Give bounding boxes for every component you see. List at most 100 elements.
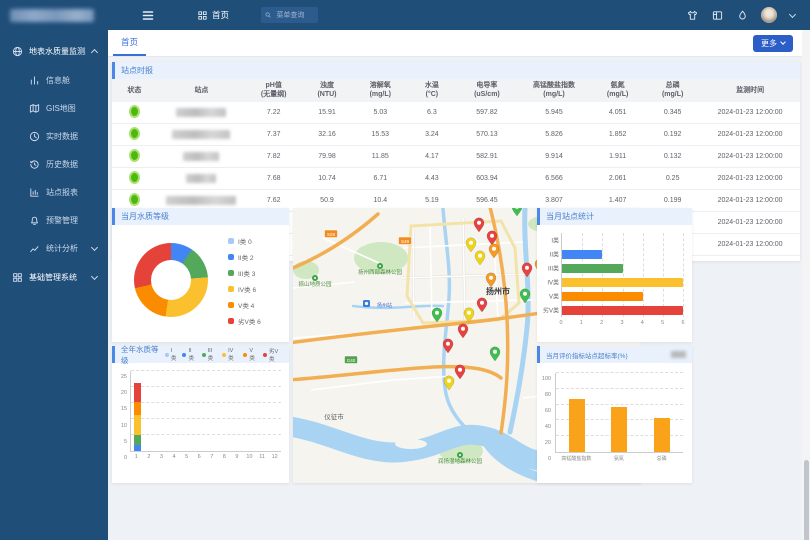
table-row[interactable]: 7.2215.915.036.3597.825.9454.0510.345202… [112, 102, 800, 124]
panel-title-station-stats: 当月站点统计 [537, 208, 692, 225]
top-header: 首页 [108, 0, 810, 30]
header-home-label: 首页 [212, 9, 229, 21]
legend-item[interactable]: IV类 [222, 347, 238, 363]
sidebar-section-label: 基础管理系统 [29, 272, 86, 283]
value-cell: 4.17 [408, 146, 456, 168]
time-cell: 2024-01-23 12:00:00 [700, 234, 800, 256]
table-row[interactable]: 7.3732.1615.533.24570.135.8261.8520.1922… [112, 124, 800, 146]
column-header-高锰酸盐指数: 高锰酸盐指数(mg/L) [518, 79, 590, 102]
value-cell: 0.25 [645, 168, 700, 190]
panel-title-annual-grade: 全年水质等级 I类II类III类IV类V类劣V类 [112, 346, 289, 363]
legend-item[interactable]: V类 4 [228, 300, 261, 310]
time-cell: 2024-01-23 12:00:00 [700, 212, 800, 234]
exceed-rate-panel: 当月评价指标站点超标率(%) 高锰酸盐指数氨氮总磷 020406080100 [537, 346, 692, 483]
city-label-扬州市: 扬州市 [486, 286, 510, 296]
legend-item[interactable]: IV类 6 [228, 284, 261, 294]
user-avatar[interactable] [761, 7, 777, 23]
chevron-down-icon [91, 243, 98, 250]
svg-text:润扬湿地森林公园: 润扬湿地森林公园 [438, 457, 483, 465]
sidebar-item-GIS地图[interactable]: GIS地图 [0, 94, 108, 122]
value-cell: 15.91 [301, 102, 353, 124]
menu-search-box[interactable] [261, 7, 318, 23]
legend-item[interactable]: III类 [202, 347, 218, 363]
monthly-grade-donut-chart: I类 0 II类 2 III类 3 IV类 6 V类 4 劣V类 6 [112, 225, 289, 342]
exceed-rate-x-labels: 高锰酸盐指数氨氮总磷 [555, 455, 683, 462]
column-header-水温: 水温(°C) [408, 79, 456, 102]
sidebar-item-预警管理[interactable]: 预警管理 [0, 206, 108, 234]
sidebar-item-历史数据[interactable]: 历史数据 [0, 150, 108, 178]
value-cell: 597.82 [456, 102, 518, 124]
value-cell: 7.22 [246, 102, 301, 124]
layout-columns-icon[interactable] [711, 9, 723, 21]
page-scrollbar[interactable] [802, 30, 810, 540]
column-header-总磷: 总磷(mg/L) [645, 79, 700, 102]
status-dot-green [129, 127, 140, 140]
status-cell [112, 102, 157, 124]
column-header-状态: 状态 [112, 79, 157, 102]
sidebar-item-站点报表[interactable]: 站点报表 [0, 178, 108, 206]
column-header-氨氮: 氨氮(mg/L) [590, 79, 645, 102]
value-cell: 6.3 [408, 102, 456, 124]
menu-search-input[interactable] [274, 11, 314, 20]
sidebar-item-统计分析[interactable]: 统计分析 [0, 234, 108, 262]
column-header-溶解氧: 溶解氧(mg/L) [353, 79, 408, 102]
sidebar-item-实时数据[interactable]: 实时数据 [0, 122, 108, 150]
more-button[interactable]: 更多 [753, 35, 793, 52]
station-table-header: 状态站点pH值(无量纲)浊度(NTU)溶解氧(mg/L)水温(°C)电导率(uS… [112, 79, 800, 102]
legend-item[interactable]: 劣V类 6 [228, 316, 261, 326]
road-badge-S28: S28 [325, 230, 338, 238]
legend-item[interactable]: I类 0 [228, 236, 261, 246]
value-cell: 6.566 [518, 168, 590, 190]
user-menu-chevron-down-icon[interactable] [789, 10, 796, 17]
hamburger-menu-icon[interactable] [142, 9, 154, 21]
scrollbar-thumb[interactable] [804, 460, 809, 540]
map-icon [28, 102, 40, 114]
legend-item[interactable]: II类 [182, 347, 196, 363]
table-row[interactable]: 7.8279.9811.854.17582.919.9141.9110.1322… [112, 146, 800, 168]
time-cell: 2024-01-23 12:00:00 [700, 146, 800, 168]
legend-item[interactable]: II类 2 [228, 252, 261, 262]
value-cell: 582.91 [456, 146, 518, 168]
value-cell: 1.911 [590, 146, 645, 168]
chevron-down-icon [780, 39, 786, 45]
theme-shirt-icon[interactable] [686, 9, 698, 21]
svg-text:捺山地质公园: 捺山地质公园 [298, 280, 332, 288]
annual-x-axis-labels: 123456789101112 [130, 454, 281, 460]
value-cell: 5.826 [518, 124, 590, 146]
value-cell: 79.98 [301, 146, 353, 168]
status-dot-green [129, 193, 140, 206]
value-cell: 10.74 [301, 168, 353, 190]
legend-item[interactable]: V类 [243, 347, 258, 363]
header-home-nav[interactable]: 首页 [196, 9, 229, 21]
svg-text:G40: G40 [347, 358, 356, 363]
value-cell: 603.94 [456, 168, 518, 190]
sidebar-section-基础管理系统[interactable]: 基础管理系统 [0, 262, 108, 292]
sidebar: 地表水质量监测系统信息舱GIS地图实时数据历史数据站点报表预警管理统计分析基础管… [0, 0, 108, 540]
legend-item[interactable]: 劣V类 [263, 347, 283, 363]
station-stats-chart [561, 233, 683, 317]
road-badge-S49: S49 [399, 237, 412, 245]
sidebar-section-地表水质量监测系统[interactable]: 地表水质量监测系统 [0, 36, 108, 66]
value-cell: 15.53 [353, 124, 408, 146]
value-cell: 2.061 [590, 168, 645, 190]
annual-grade-chart [130, 371, 281, 452]
sidebar-item-信息舱[interactable]: 信息舱 [0, 66, 108, 94]
blurred-station-name [166, 196, 236, 205]
table-row[interactable]: 7.6810.746.714.43603.946.5662.0610.25202… [112, 168, 800, 190]
panel-corner-blurred-label [671, 351, 686, 358]
column-header-站点: 站点 [157, 79, 246, 102]
status-cell [112, 146, 157, 168]
value-cell: 4.43 [408, 168, 456, 190]
sidebar-menu: 地表水质量监测系统信息舱GIS地图实时数据历史数据站点报表预警管理统计分析基础管… [0, 36, 108, 292]
chevron-down-icon [91, 272, 98, 279]
sidebar-item-label: 历史数据 [46, 159, 100, 170]
svg-text:S28: S28 [327, 232, 336, 237]
value-cell: 0.132 [645, 146, 700, 168]
tab-home[interactable]: 首页 [113, 30, 146, 56]
donut-hole [151, 260, 191, 300]
legend-item[interactable]: III类 3 [228, 268, 261, 278]
modules-icon [11, 271, 23, 283]
flame-icon[interactable] [736, 9, 748, 21]
station-name-cell [157, 102, 246, 124]
legend-item[interactable]: I类 [165, 347, 178, 363]
